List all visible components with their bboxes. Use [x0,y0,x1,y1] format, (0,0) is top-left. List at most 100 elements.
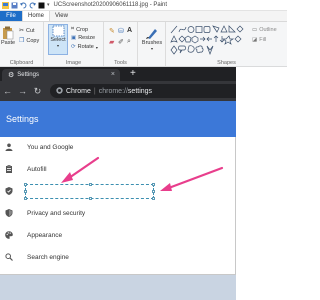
ribbon-tabs: File Home View [0,11,287,22]
clipboard-icon [6,165,12,173]
resize-button[interactable]: ▣ Resize [71,35,95,41]
crop-button[interactable]: ⌗ Crop [71,26,88,33]
resize-label: Resize [78,35,96,41]
magnifier-icon[interactable]: ⌕ [127,38,131,46]
omnibox-separator: | [93,87,96,95]
menu-item-label: Privacy and security [27,209,86,217]
paint-canvas-page [236,67,287,300]
paste-label: Paste [0,40,16,46]
resize-handle[interactable] [152,197,155,200]
omnibox[interactable]: Chrome | chrome://settings [50,84,236,98]
rotate-icon: ⟳ [71,44,76,50]
fill-label: Fill [259,37,267,43]
brush-icon [146,29,157,39]
select-button[interactable]: Select ▾ [48,24,68,55]
omnibox-site: Chrome [66,87,91,95]
text-icon[interactable]: A [127,27,132,34]
resize-handle[interactable] [24,190,27,193]
close-icon[interactable]: × [111,71,115,78]
tab-home[interactable]: Home [22,11,51,21]
outline-label: Outline [259,27,277,33]
shapes-gallery[interactable] [170,25,248,55]
copy-icon: ❐ [19,38,25,44]
resize-handle[interactable] [24,183,27,186]
menu-item-label: Appearance [27,231,63,239]
omnibox-scheme: chrome:// [98,87,128,95]
pencil-icon[interactable]: ✎ [109,27,115,35]
chrome-screenshot: ⚙ Settings × + ← → ↻ Chrome | chrome://s… [0,67,236,275]
copy-button[interactable]: ❐ Copy [19,37,39,45]
paint-title-bar: ▾ UCScreenshot20200906061118.jpg - Paint [0,0,287,11]
customize-qat-icon[interactable]: ▾ [47,2,50,8]
shield-icon [5,209,13,217]
back-icon[interactable]: ← [0,86,15,96]
window-title: UCScreenshot20200906061118.jpg - Paint [53,2,168,8]
menu-item-you-and-google[interactable]: You and Google [0,137,236,157]
rotate-label: Rotate [77,44,94,50]
cut-label: Cut [26,27,35,34]
fill-dropdown[interactable]: ◪ Fill [252,37,266,43]
tools-group: ✎ ⛁ A ▰ ✐ ⌕ Tools [104,22,138,67]
fill-icon[interactable]: ⛁ [118,27,124,35]
resize-icon: ▣ [71,35,77,41]
menu-item-label: Search engine [27,253,69,261]
paste-icon [3,26,14,40]
menu-item-autofill[interactable]: Autofill [0,159,236,179]
ribbon: Paste ✂ Cut ❐ Copy Clipboard Select ▾ ⌗ … [0,22,287,67]
settings-header: Settings [0,101,236,137]
chrome-toolbar: ← → ↻ Chrome | chrome://settings [0,81,236,101]
search-icon [5,253,13,261]
selection-rectangle-icon [52,25,64,37]
color-square-icon [38,2,45,9]
chevron-down-icon: ▾ [150,46,153,51]
menu-item-label: Autofill [27,165,47,173]
tab-view[interactable]: View [50,11,73,21]
image-group: Select ▾ ⌗ Crop ▣ Resize ⟳ Rotate ▾ Imag… [44,22,104,67]
outline-dropdown[interactable]: ▭ Outline [252,27,277,33]
new-tab-button[interactable]: + [130,68,136,79]
rotate-button[interactable]: ⟳ Rotate ▾ [71,44,98,50]
chrome-tab-title: Settings [17,72,39,78]
shapes-group: ▭ Outline ◪ Fill Shapes [166,22,287,67]
paint-selection-box[interactable] [24,183,155,200]
chevron-down-icon: ▾ [56,43,59,48]
save-icon[interactable] [11,2,18,9]
tab-file[interactable]: File [0,11,22,21]
color-picker-icon[interactable]: ✐ [118,38,124,46]
chrome-tab-settings[interactable]: ⚙ Settings × [2,69,120,81]
eraser-icon[interactable]: ▰ [109,38,114,46]
person-icon [5,143,13,151]
menu-item-appearance[interactable]: Appearance [0,225,236,245]
chrome-logo-icon [56,86,63,96]
menu-item-label: You and Google [27,143,74,151]
resize-handle[interactable] [152,190,155,193]
resize-handle[interactable] [89,183,92,186]
redo-icon[interactable] [29,2,36,9]
reload-icon[interactable]: ↻ [30,86,45,97]
quick-access-toolbar: ▾ [0,1,50,9]
chevron-down-icon: ▾ [95,44,98,50]
shield-icon [5,187,13,195]
resize-handle[interactable] [24,197,27,200]
scissors-icon: ✂ [19,28,25,34]
image-group-label: Image [65,60,82,66]
shapes-group-label: Shapes [217,60,236,66]
crop-icon: ⌗ [71,26,75,32]
clipboard-group: Paste ✂ Cut ❐ Copy Clipboard [0,22,44,67]
resize-handle[interactable] [89,197,92,200]
chrome-tab-strip: ⚙ Settings × + [0,67,236,81]
settings-title: Settings [6,114,39,124]
paint-app-icon [2,1,9,9]
brushes-button[interactable]: Brushes ▾ [140,26,164,51]
resize-handle[interactable] [152,183,155,186]
menu-item-privacy[interactable]: Privacy and security [0,203,236,223]
tools-group-label: Tools [114,60,127,66]
palette-icon [5,231,13,239]
cut-button[interactable]: ✂ Cut [19,27,35,35]
gear-icon: ⚙ [8,72,15,79]
crop-label: Crop [76,26,89,33]
paste-button[interactable]: Paste [1,26,15,46]
undo-icon[interactable] [20,2,27,9]
menu-item-search-engine[interactable]: Search engine [0,247,236,267]
forward-icon[interactable]: → [15,86,30,96]
